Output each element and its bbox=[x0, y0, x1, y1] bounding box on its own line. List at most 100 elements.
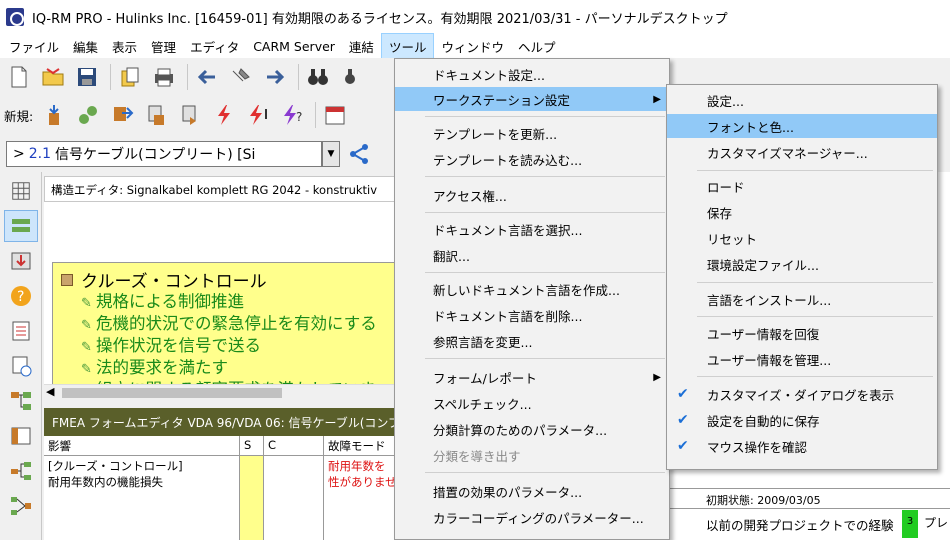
column-header-s[interactable]: S bbox=[240, 436, 264, 455]
new-failure-question-icon[interactable]: ? bbox=[277, 100, 307, 130]
menu-item-customize-manager[interactable]: カスタマイズマネージャー... bbox=[667, 140, 937, 164]
calendar-icon[interactable] bbox=[320, 100, 350, 130]
menu-item-color-coding-parameters[interactable]: カラーコーディングのパラメーター... bbox=[395, 505, 669, 529]
severity-cell[interactable] bbox=[240, 456, 264, 540]
help-icon[interactable]: ? bbox=[4, 280, 38, 312]
right-panel: 初期状態: 2009/03/05 以前の開発プロジェクトでの経験 3 プレ bbox=[668, 470, 950, 540]
structure-view-icon[interactable] bbox=[4, 210, 38, 242]
menu-item-save[interactable]: 保存 bbox=[667, 200, 937, 224]
table-view-icon[interactable] bbox=[4, 420, 38, 452]
menu-item-classification-parameters[interactable]: 分類計算のためのパラメータ... bbox=[395, 417, 669, 441]
menu-item-action-effect-parameters[interactable]: 措置の効果のパラメータ... bbox=[395, 479, 669, 503]
menu-edit[interactable]: 編集 bbox=[66, 34, 105, 59]
scrollbar-thumb[interactable] bbox=[62, 388, 282, 398]
table-row[interactable]: [クルーズ・コントロール] 耐用年数内の機能損失 耐用年数を 性がありませ bbox=[44, 456, 404, 540]
path-text: 信号ケーブル(コンプリート) [Si bbox=[55, 147, 256, 163]
menu-item-load-template[interactable]: テンプレートを読み込む... bbox=[395, 147, 669, 171]
hierarchy-icon[interactable] bbox=[4, 455, 38, 487]
menu-item-manage-user-info[interactable]: ユーザー情報を管理... bbox=[667, 347, 937, 371]
menu-item-document-settings[interactable]: ドキュメント設定... bbox=[395, 62, 669, 86]
horizontal-scrollbar[interactable]: ◀ bbox=[44, 384, 400, 400]
menu-tools[interactable]: ツール bbox=[380, 32, 435, 60]
menu-item-forms-reports[interactable]: フォーム/レポート ▶ bbox=[395, 365, 669, 389]
menu-item-confirm-mouse-actions[interactable]: ✔ マウス操作を確認 bbox=[667, 434, 937, 458]
menu-separator bbox=[697, 316, 933, 317]
menu-item-access-rights[interactable]: アクセス権... bbox=[395, 183, 669, 207]
menu-item-settings[interactable]: 設定... bbox=[667, 88, 937, 112]
tree-structure-icon[interactable] bbox=[4, 385, 38, 417]
new-doc-icon[interactable] bbox=[175, 100, 205, 130]
binoculars-icon[interactable] bbox=[303, 62, 333, 92]
menu-item-create-document-language[interactable]: 新しいドキュメント言語を作成... bbox=[395, 277, 669, 301]
menu-file[interactable]: ファイル bbox=[2, 34, 66, 59]
grid-view-icon[interactable] bbox=[4, 175, 38, 207]
structure-editor-canvas[interactable]: クルーズ・コントロール 規格による制御推進 危機的状況での緊急停止を有効にする … bbox=[44, 202, 412, 392]
column-header-failure-mode[interactable]: 故障モード bbox=[324, 436, 404, 455]
menu-item-show-customize-dialog[interactable]: ✔ カスタマイズ・ダイアログを表示 bbox=[667, 382, 937, 406]
menu-editor[interactable]: エディタ bbox=[183, 34, 246, 59]
effect-cell[interactable]: [クルーズ・コントロール] 耐用年数内の機能損失 bbox=[44, 456, 240, 540]
failure-mode-cell[interactable]: 耐用年数を 性がありませ bbox=[324, 456, 404, 540]
new-document-icon[interactable] bbox=[4, 62, 34, 92]
new-label: 新規: bbox=[4, 108, 34, 124]
menu-item-update-template[interactable]: テンプレートを更新... bbox=[395, 121, 669, 145]
structure-path-combobox[interactable]: > 2.1 信号ケーブル(コンプリート) [Si bbox=[6, 141, 322, 167]
menu-item-delete-document-language[interactable]: ドキュメント言語を削除... bbox=[395, 303, 669, 327]
task-clock-icon[interactable] bbox=[4, 350, 38, 382]
print-icon[interactable] bbox=[149, 62, 179, 92]
function-box[interactable]: クルーズ・コントロール 規格による制御推進 危機的状況での緊急停止を有効にする … bbox=[52, 262, 412, 392]
menu-item-select-document-language[interactable]: ドキュメント言語を選択... bbox=[395, 217, 669, 241]
copy-icon[interactable] bbox=[115, 62, 145, 92]
find-next-icon[interactable] bbox=[337, 62, 367, 92]
class-cell[interactable] bbox=[264, 456, 324, 540]
menu-item-change-reference-language[interactable]: 参照言語を変更... bbox=[395, 329, 669, 353]
menu-bar: ファイル 編集 表示 管理 エディタ CARM Server 連結 ツール ウィ… bbox=[0, 32, 950, 60]
import-icon[interactable] bbox=[4, 245, 38, 277]
menu-item-reset[interactable]: リセット bbox=[667, 226, 937, 250]
function-item[interactable]: 規格による制御推進 bbox=[61, 292, 403, 314]
menu-separator bbox=[697, 282, 933, 283]
new-element-icon[interactable] bbox=[107, 100, 137, 130]
forward-arrow-icon[interactable] bbox=[260, 62, 290, 92]
menu-separator bbox=[425, 358, 665, 359]
column-header-effect[interactable]: 影響 bbox=[44, 436, 240, 455]
new-system-icon[interactable] bbox=[39, 100, 69, 130]
function-item[interactable]: 操作状況を信号で送る bbox=[61, 336, 403, 358]
menu-item-environment-file[interactable]: 環境設定ファイル... bbox=[667, 252, 937, 276]
menu-link[interactable]: 連結 bbox=[342, 34, 381, 59]
function-item[interactable]: 法的要求を満たす bbox=[61, 358, 403, 380]
chevron-down-icon[interactable]: ▼ bbox=[322, 141, 340, 167]
save-icon[interactable] bbox=[72, 62, 102, 92]
column-header-c[interactable]: C bbox=[264, 436, 324, 455]
checklist-icon[interactable] bbox=[4, 315, 38, 347]
menu-item-translate[interactable]: 翻訳... bbox=[395, 243, 669, 267]
network-tree-icon[interactable] bbox=[344, 139, 374, 169]
menu-item-restore-user-info[interactable]: ユーザー情報を回復 bbox=[667, 321, 937, 345]
truncated-text: プレ bbox=[924, 516, 949, 530]
new-function-icon[interactable] bbox=[73, 100, 103, 130]
pin-icon[interactable] bbox=[226, 62, 256, 92]
menu-item-workstation-settings[interactable]: ワークステーション設定 ▶ bbox=[395, 87, 669, 111]
back-arrow-icon[interactable] bbox=[192, 62, 222, 92]
network-icon[interactable] bbox=[4, 490, 38, 522]
menu-item-fonts-and-colors[interactable]: フォントと色... bbox=[667, 114, 937, 138]
menu-help[interactable]: ヘルプ bbox=[511, 34, 563, 59]
menu-item-install-language[interactable]: 言語をインストール... bbox=[667, 287, 937, 311]
menu-carm-server[interactable]: CARM Server bbox=[246, 36, 342, 57]
new-failure-icon[interactable] bbox=[209, 100, 239, 130]
function-item[interactable]: 危機的状況での緊急停止を有効にする bbox=[61, 314, 403, 336]
menu-view[interactable]: 表示 bbox=[105, 34, 144, 59]
scroll-left-icon[interactable]: ◀ bbox=[46, 385, 54, 398]
menu-manage[interactable]: 管理 bbox=[144, 34, 183, 59]
menu-separator bbox=[425, 272, 665, 273]
open-folder-icon[interactable] bbox=[38, 62, 68, 92]
system-element-icon bbox=[61, 273, 73, 286]
menu-window[interactable]: ウィンドウ bbox=[434, 34, 511, 59]
new-component-icon[interactable] bbox=[141, 100, 171, 130]
new-failure-alert-icon[interactable] bbox=[243, 100, 273, 130]
path-prefix: > bbox=[13, 146, 25, 162]
menu-item-auto-save-settings[interactable]: ✔ 設定を自動的に保存 bbox=[667, 408, 937, 432]
menu-item-spell-check[interactable]: スペルチェック... bbox=[395, 391, 669, 415]
menu-separator bbox=[697, 170, 933, 171]
menu-item-load[interactable]: ロード bbox=[667, 174, 937, 198]
